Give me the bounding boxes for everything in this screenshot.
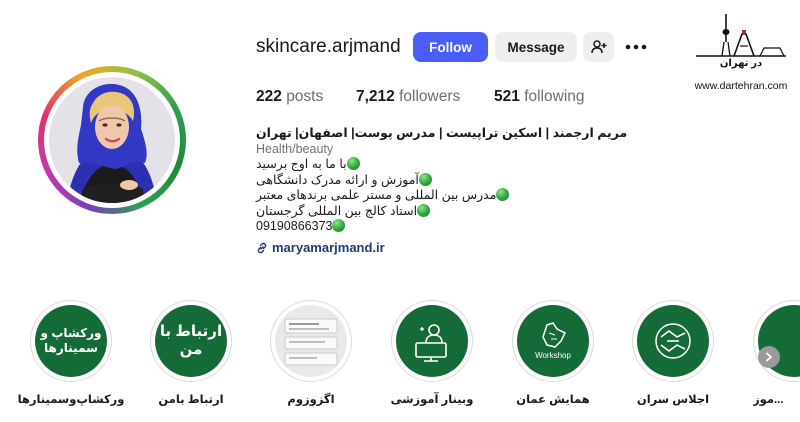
highlight-cover: Workshop: [517, 305, 589, 377]
bio-line-text: مدرس بین المللی و مستر علمی برندهای معتب…: [256, 188, 497, 202]
bio-line-text: با ما به اوج برسید: [256, 157, 347, 171]
avatar: [49, 77, 175, 203]
follow-button[interactable]: Follow: [413, 32, 488, 62]
bio-line-5: 09190866373: [256, 219, 556, 235]
green-circle-emoji: [418, 172, 432, 186]
profile-username: skincare.arjmand: [256, 36, 401, 57]
webinar-icon: [415, 324, 447, 362]
followers-count: 7,212: [356, 88, 395, 105]
bio-line-3: مدرس بین المللی و مستر علمی برندهای معتب…: [256, 188, 556, 204]
handshake-icon: [655, 323, 691, 359]
highlight-label: همایش عمان: [516, 394, 590, 406]
followers-stat[interactable]: 7,212 followers: [356, 88, 460, 106]
highlights-next-button[interactable]: [758, 346, 780, 368]
highlight-ring: Workshop: [512, 300, 594, 382]
green-circle-emoji: [496, 188, 510, 201]
highlight-label: اگزوزوم: [287, 394, 335, 406]
highlight-cover: [396, 305, 468, 377]
highlight-ring: [753, 300, 800, 382]
highlight-ring: [632, 300, 714, 382]
message-button[interactable]: Message: [495, 32, 577, 62]
milad-tower-icon: [696, 14, 786, 57]
bio-category: Health/beauty: [256, 141, 334, 156]
highlight-ring: ورکشاپ و سمینارها: [30, 300, 112, 382]
highlight-label: ارتباط بامن: [158, 394, 224, 406]
profile-bio: مریم ارجمند | اسکین تراپیست | مدرس پوست|…: [256, 126, 627, 235]
highlight-cover-text: ورکشاپ و سمینارها: [40, 326, 102, 355]
posts-stat[interactable]: 222 posts: [256, 88, 323, 106]
chevron-right-icon: [766, 352, 773, 362]
bio-line-text: آموزش و ارائه مدرک دانشگاهی: [256, 172, 419, 187]
highlight-ring: ارتباط با من: [150, 300, 232, 382]
bio-link-text: maryamarjmand.ir: [272, 240, 385, 255]
highlight-cover: [637, 305, 709, 377]
highlight-label: وبینار آموزشی: [390, 394, 474, 406]
highlight-cover: ارتباط با من: [155, 305, 227, 377]
add-user-icon: [590, 40, 606, 54]
bio-line-text: استاد کالج بین المللی گرجستان: [256, 203, 418, 218]
bio-phone: 09190866373: [256, 219, 333, 233]
green-circle-emoji: [332, 219, 346, 232]
watermark-brand: در تهران: [719, 58, 763, 69]
bio-website-link[interactable]: maryamarjmand.ir: [256, 240, 385, 255]
following-count: 521: [494, 88, 520, 105]
highlight-cover: [275, 305, 347, 377]
following-label: following: [524, 88, 585, 105]
highlight-ring: [391, 300, 473, 382]
followers-label: followers: [399, 88, 461, 105]
avatar-photo: [49, 77, 175, 203]
following-stat[interactable]: 521 following: [494, 88, 585, 106]
more-icon: [625, 44, 647, 50]
highlight-cover: ورکشاپ و سمینارها: [35, 305, 107, 377]
more-options-button[interactable]: [622, 32, 650, 62]
bio-line-2: آموزش و ارائه مدرک دانشگاهی: [256, 172, 556, 189]
highlight-cover-text: Workshop: [535, 351, 571, 360]
link-icon: [257, 242, 267, 253]
document-screenshot-icon: [284, 318, 338, 366]
bio-line-4: استاد کالج بین المللی گرجستان: [256, 203, 556, 220]
suggest-users-button[interactable]: [583, 32, 614, 62]
highlight-cover-text: ارتباط با من: [159, 323, 223, 358]
bio-name-text: مریم ارجمند | اسکین تراپیست | مدرس پوست|…: [256, 126, 628, 140]
green-circle-emoji: [346, 157, 360, 170]
highlight-label: ورکشاپ‌وسمینارها: [17, 394, 125, 406]
bio-full-name: مریم ارجمند | اسکین تراپیست | مدرس پوست|…: [256, 126, 627, 142]
profile-avatar-ring[interactable]: [38, 66, 186, 214]
green-circle-emoji: [417, 203, 431, 217]
posts-label: posts: [286, 88, 324, 105]
bio-line-1: با ما به اوج برسید: [256, 157, 556, 173]
watermark-url: www.dartehran.com: [694, 80, 788, 92]
avatar-inner: [44, 72, 180, 208]
watermark-logo: در تهران www.dartehran.com: [690, 12, 792, 92]
highlight-ring: [270, 300, 352, 382]
oman-map-icon: [542, 322, 567, 348]
highlight-label: موز...: [753, 394, 784, 406]
posts-count: 222: [256, 88, 282, 105]
highlight-label: اجلاس سران: [636, 394, 710, 406]
